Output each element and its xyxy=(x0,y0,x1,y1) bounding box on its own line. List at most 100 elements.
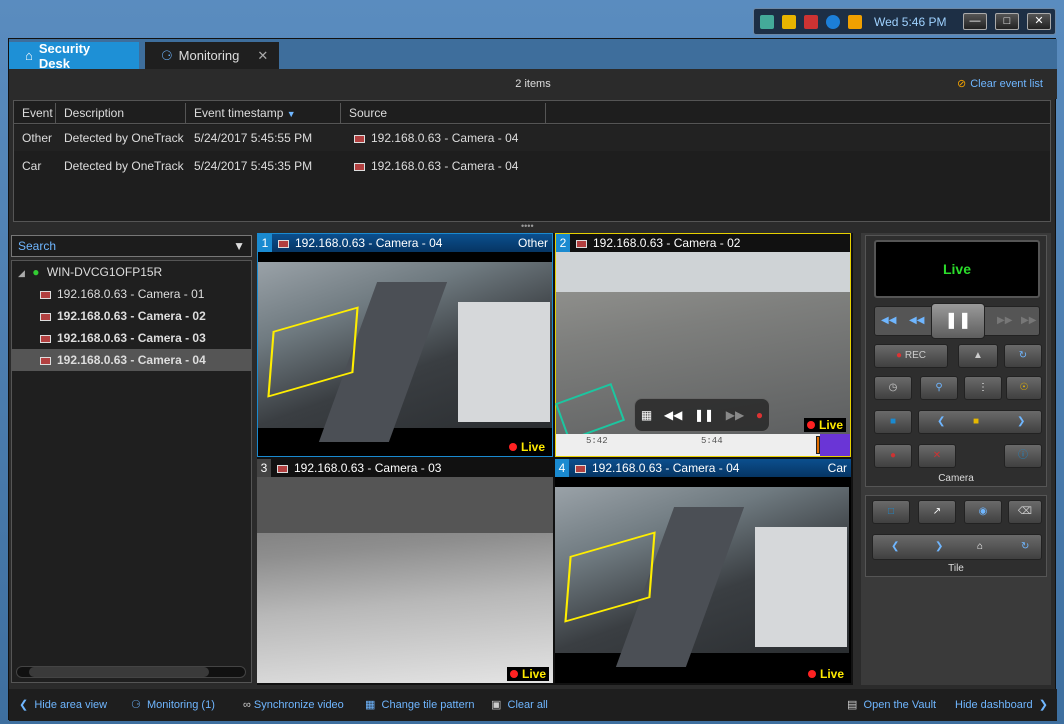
close-tab-icon[interactable]: ✕ xyxy=(257,48,268,64)
mute-icon[interactable] xyxy=(804,14,818,29)
clear-event-list-label: Clear event list xyxy=(970,78,1043,90)
scrollbar-thumb[interactable] xyxy=(29,667,209,677)
tree-item-camera-04[interactable]: 192.168.0.63 - Camera - 04 xyxy=(12,349,251,371)
camera-video-feed xyxy=(258,262,552,442)
rewind-icon[interactable]: ◀◀ xyxy=(664,408,682,422)
ptz-nav-group: ❮ ■ ❯ xyxy=(918,410,1042,434)
sort-desc-icon: ▼ xyxy=(286,109,296,119)
camera-shield-icon[interactable]: ■ xyxy=(973,411,979,433)
skip-back-icon[interactable]: ◀◀ xyxy=(881,315,896,326)
refresh-icon[interactable]: ↻ xyxy=(1021,536,1029,558)
tab-security-desk[interactable]: ⌂ Security Desk xyxy=(9,40,139,71)
chevron-left-icon[interactable]: ❮ xyxy=(937,411,945,433)
search-camera-button[interactable]: ⚲ xyxy=(920,376,958,400)
live-indicator: Live xyxy=(506,667,549,681)
record-icon: ● xyxy=(896,350,903,361)
snow-area xyxy=(458,302,550,422)
live-indicator: Live xyxy=(804,667,847,681)
hide-area-view-button[interactable]: ❮ Hide area view xyxy=(19,689,107,721)
tile-canvas: 1 192.168.0.63 - Camera - 04 Other Live 2… xyxy=(257,233,853,685)
column-header-description[interactable]: Description xyxy=(56,103,186,123)
signal-icon[interactable] xyxy=(848,14,862,29)
video-tile-1[interactable]: 1 192.168.0.63 - Camera - 04 Other Live xyxy=(257,233,553,457)
tile-header: 1 192.168.0.63 - Camera - 04 Other xyxy=(258,234,552,252)
table-row[interactable]: Other Detected by OneTrack 5/24/2017 5:4… xyxy=(14,125,1050,151)
network-icon[interactable] xyxy=(760,14,774,29)
splitter-handle[interactable]: •••• xyxy=(521,222,545,231)
record-icon[interactable]: ● xyxy=(756,408,763,422)
camera-section-label: Camera xyxy=(938,473,974,484)
bookmark-button[interactable]: ▲ xyxy=(958,344,998,368)
hide-area-label: Hide area view xyxy=(34,699,108,711)
tile-section-label: Tile xyxy=(948,563,964,574)
tab-monitoring[interactable]: ⚆ Monitoring ✕ xyxy=(145,42,279,69)
fast-forward-icon[interactable]: ▶▶ xyxy=(997,315,1012,326)
record-button[interactable]: ● REC xyxy=(874,344,948,368)
tree-item-camera-01[interactable]: 192.168.0.63 - Camera - 01 xyxy=(12,283,251,305)
filmstrip-icon[interactable]: ▦ xyxy=(641,408,652,422)
change-tile-pattern-button[interactable]: ▦ Change tile pattern xyxy=(365,689,474,721)
app-window: ⌂ Security Desk ⚆ Monitoring ✕ 2 items ⊘… xyxy=(8,38,1057,721)
search-input[interactable]: Search ▼ xyxy=(11,235,252,257)
speaker-icon[interactable] xyxy=(782,14,796,29)
tree-item-camera-02[interactable]: 192.168.0.63 - Camera - 02 xyxy=(12,305,251,327)
camera-video-feed xyxy=(257,477,553,683)
collapse-icon[interactable]: ◢ xyxy=(18,268,25,278)
tab-label: Security Desk xyxy=(38,40,91,71)
video-tile-3[interactable]: 3 192.168.0.63 - Camera - 03 Live xyxy=(257,459,553,683)
stop-button[interactable]: ■ xyxy=(874,410,912,434)
timeline-cursor[interactable] xyxy=(816,436,820,454)
link-icon: ∞ xyxy=(243,699,251,711)
close-window-button[interactable]: ✕ xyxy=(1027,13,1051,30)
building-background xyxy=(556,252,850,292)
clock-button[interactable]: ◷ xyxy=(874,376,912,400)
tools-button[interactable]: ✕ xyxy=(918,444,956,468)
home-icon[interactable]: ⌂ xyxy=(977,536,983,558)
loop-button[interactable]: ↻ xyxy=(1004,344,1042,368)
column-header-timestamp[interactable]: Event timestamp ▼ xyxy=(186,103,341,123)
trash-button[interactable]: ⌫ xyxy=(1008,500,1042,524)
horizontal-scrollbar[interactable] xyxy=(16,666,246,678)
monitoring-button[interactable]: ⚆ Monitoring (1) xyxy=(131,689,215,721)
record-label: REC xyxy=(904,350,926,361)
expand-button[interactable]: ↗ xyxy=(918,500,956,524)
clear-event-list-button[interactable]: ⊘ Clear event list xyxy=(957,77,1043,90)
minimize-button[interactable]: — xyxy=(963,13,987,30)
maximize-button[interactable]: □ xyxy=(995,13,1019,30)
globe-icon[interactable] xyxy=(826,14,840,29)
tile-header: 2 192.168.0.63 - Camera - 02 xyxy=(556,234,850,252)
info-button[interactable]: ⓘ xyxy=(1004,444,1042,468)
home-icon: ⌂ xyxy=(25,48,33,63)
open-vault-button[interactable]: ▤ Open the Vault xyxy=(847,689,936,721)
binoculars-button[interactable]: ◉ xyxy=(964,500,1002,524)
video-tile-2[interactable]: 2 192.168.0.63 - Camera - 02 ▦ ◀◀ ❚❚ ▶▶ ●… xyxy=(554,233,851,457)
tile-widget: □ ↗ ◉ ⌫ ❮ ❯ ⌂ ↻ Tile xyxy=(865,495,1047,577)
source-label: 192.168.0.63 - Camera - 04 xyxy=(371,131,519,145)
timeline-bar[interactable]: 5:42 5:44 xyxy=(556,434,850,456)
table-row[interactable]: Car Detected by OneTrack 5/24/2017 5:45:… xyxy=(14,153,1050,179)
tree-root-item[interactable]: ◢ ● WIN-DVCG1OFP15R xyxy=(12,261,251,283)
fast-forward-icon[interactable]: ▶▶ xyxy=(726,408,744,422)
track-button[interactable]: ⋮ xyxy=(964,376,1002,400)
chevron-left-icon[interactable]: ❮ xyxy=(891,536,899,558)
clear-all-button[interactable]: ▣ Clear all xyxy=(491,689,548,721)
chevron-right-icon[interactable]: ❯ xyxy=(1017,411,1025,433)
skip-forward-icon[interactable]: ▶▶ xyxy=(1021,315,1036,326)
synchronize-video-button[interactable]: ∞ Synchronize video xyxy=(243,689,344,721)
vault-icon: ▤ xyxy=(847,699,858,711)
camera-label: 192.168.0.63 - Camera - 02 xyxy=(57,309,206,323)
filter-icon[interactable]: ▼ xyxy=(233,236,245,256)
pause-icon[interactable]: ❚❚ xyxy=(694,408,714,422)
video-tile-4[interactable]: 4 192.168.0.63 - Camera - 04 Car Live xyxy=(555,459,851,683)
disc-button[interactable]: ☉ xyxy=(1006,376,1042,400)
tree-item-camera-03[interactable]: 192.168.0.63 - Camera - 03 xyxy=(12,327,251,349)
rewind-icon[interactable]: ◀◀ xyxy=(909,315,924,326)
chevron-right-icon[interactable]: ❯ xyxy=(935,536,943,558)
fullscreen-button[interactable]: □ xyxy=(872,500,910,524)
tree-root-label: WIN-DVCG1OFP15R xyxy=(46,265,163,279)
pause-button[interactable]: ❚❚ xyxy=(931,303,985,339)
disconnect-button[interactable]: ● xyxy=(874,444,912,468)
hide-dashboard-button[interactable]: Hide dashboard ❯ xyxy=(955,689,1048,721)
column-header-event[interactable]: Event xyxy=(14,103,56,123)
column-header-source[interactable]: Source xyxy=(341,103,546,123)
